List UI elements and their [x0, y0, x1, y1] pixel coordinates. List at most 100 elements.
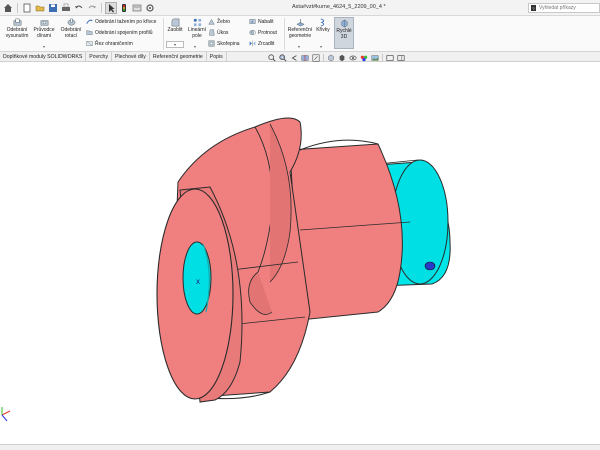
search-icon: ? [531, 5, 536, 11]
mirror-icon [249, 40, 256, 47]
mirror-button[interactable]: Zrcadlit [249, 40, 274, 47]
instant3d-icon [341, 19, 347, 28]
graphics-area[interactable]: x [0, 62, 600, 444]
section-view-icon[interactable] [301, 54, 309, 62]
chevron-down-icon[interactable]: ▾ [320, 44, 322, 49]
open-icon[interactable] [34, 2, 46, 14]
previous-view-icon[interactable] [290, 54, 298, 62]
draft-label: Úkos [217, 29, 229, 36]
intersect-label: Protnout [258, 29, 277, 36]
toolbar-separator [382, 54, 383, 61]
tab-surfaces[interactable]: Povrchy [86, 52, 113, 62]
tab-reference-geometry[interactable]: Referenční geometrie [150, 52, 207, 62]
search-input[interactable] [539, 5, 599, 11]
intersect-icon [249, 30, 256, 35]
fillet-dropdown[interactable]: ▾ [166, 41, 184, 48]
rebuild-icon[interactable] [118, 2, 130, 14]
wrap-button[interactable]: A Nabalit [249, 18, 274, 25]
document-title: Asta#vzt#kurne_4624_5_2209_00_4 * [292, 4, 386, 10]
mirror-label: Zrcadlit [258, 40, 275, 47]
shell-button[interactable]: Skořepina [208, 40, 240, 47]
coordinate-triad-icon [1, 407, 11, 422]
select-arrow-icon[interactable] [105, 2, 117, 14]
toolbar-separator [101, 3, 102, 13]
tab-markup[interactable]: Popis [207, 52, 227, 62]
view-orientation-icon[interactable] [327, 54, 335, 62]
chevron-down-icon[interactable]: ▾ [194, 44, 196, 49]
save-icon[interactable] [47, 2, 59, 14]
boundary-cut-button[interactable]: Řez ohraničením [86, 40, 133, 47]
print-icon[interactable] [60, 2, 72, 14]
boundary-cut-icon [86, 41, 93, 46]
hole-wizard-icon [40, 20, 48, 26]
home-icon[interactable] [2, 2, 14, 14]
fillet-icon [171, 18, 179, 27]
swept-cut-button[interactable]: Odebrání tažením po křivce [86, 18, 156, 25]
intersect-button[interactable]: Protnout [249, 29, 277, 36]
tab-sheet-metal[interactable]: Plechové díly [112, 52, 150, 62]
extrude-cut-button[interactable]: Odebrání vysunutím [4, 18, 30, 39]
linear-pattern-icon [193, 18, 201, 27]
zoom-to-area-icon[interactable] [279, 53, 287, 62]
draft-icon [209, 29, 215, 36]
instant3d-button[interactable]: Rychlé 3D [334, 17, 354, 49]
revolve-cut-label: Odebrání rotací [60, 27, 82, 39]
edit-appearance-icon[interactable] [360, 54, 368, 62]
toolbar-separator [323, 54, 324, 61]
chevron-down-icon[interactable]: ▾ [298, 44, 300, 49]
new-document-icon[interactable] [21, 2, 33, 14]
instant3d-label: Rychlé 3D [336, 28, 352, 40]
options-icon[interactable] [144, 2, 156, 14]
zoom-to-fit-icon[interactable] [268, 53, 276, 62]
chevron-down-icon[interactable]: ▾ [43, 44, 45, 49]
swept-cut-label: Odebrání tažením po křivce [95, 18, 157, 25]
curves-icon [319, 18, 324, 27]
ribbon-separator [163, 18, 164, 50]
command-search-box[interactable]: ? [528, 3, 600, 13]
title-bar: Asta#vzt#kurne_4624_5_2209_00_4 * ? [0, 0, 600, 16]
display-pane-icon[interactable] [397, 54, 405, 62]
view-settings-icon[interactable] [386, 54, 394, 62]
redo-icon[interactable] [86, 2, 98, 14]
rib-label: Žebro [217, 18, 231, 25]
revolve-cut-button[interactable]: Odebrání rotací [58, 18, 84, 39]
svg-text:x: x [196, 277, 200, 286]
wrap-label: Nabalit [258, 18, 274, 25]
linear-pattern-label: Lineární pole [187, 27, 207, 39]
status-bar [0, 444, 600, 450]
draft-button[interactable]: Úkos [208, 29, 228, 36]
revolve-cut-icon [67, 18, 75, 26]
extrude-cut-icon [13, 18, 21, 26]
fillet-button[interactable]: Zaoblit [166, 18, 184, 34]
tab-solidworks-addins[interactable]: Doplňkové moduly SOLIDWORKS [0, 52, 87, 62]
part-model[interactable]: x [0, 62, 600, 444]
reference-geometry-button[interactable]: Referenční geometrie [287, 18, 313, 39]
shell-icon [208, 40, 215, 47]
command-manager-ribbon: Odebrání vysunutím Průvodce dírami Odebr… [0, 16, 600, 52]
fillet-label: Zaoblit [167, 27, 183, 33]
hide-show-icon[interactable] [349, 54, 357, 62]
undo-icon[interactable] [73, 2, 85, 14]
lofted-cut-button[interactable]: Odebrání spojením profilů [86, 29, 153, 36]
reference-geometry-icon [295, 18, 305, 27]
hole-wizard-label: Průvodce dírami [33, 27, 55, 39]
linear-pattern-button[interactable]: Lineární pole [187, 18, 207, 39]
shell-label: Skořepina [217, 40, 240, 47]
reference-geometry-label: Referenční geometrie [287, 27, 313, 39]
hole-wizard-button[interactable]: Průvodce dírami [31, 18, 57, 39]
apply-scene-icon[interactable] [371, 54, 379, 62]
file-properties-icon[interactable] [131, 2, 143, 14]
display-style-icon[interactable] [338, 54, 346, 62]
curves-label: Křivky [316, 27, 330, 33]
lofted-cut-icon [86, 30, 93, 35]
dynamic-annotation-icon[interactable] [312, 54, 320, 62]
curves-button[interactable]: Křivky [315, 18, 331, 34]
shaft-pin-hole[interactable] [424, 261, 436, 271]
rib-button[interactable]: Žebro [208, 18, 230, 25]
wrap-icon: A [249, 19, 256, 24]
rib-icon [208, 19, 215, 25]
extrude-cut-label: Odebrání vysunutím [5, 27, 29, 39]
quick-access-toolbar [2, 2, 156, 14]
boundary-cut-label: Řez ohraničením [95, 40, 133, 47]
swept-cut-icon [86, 19, 93, 24]
